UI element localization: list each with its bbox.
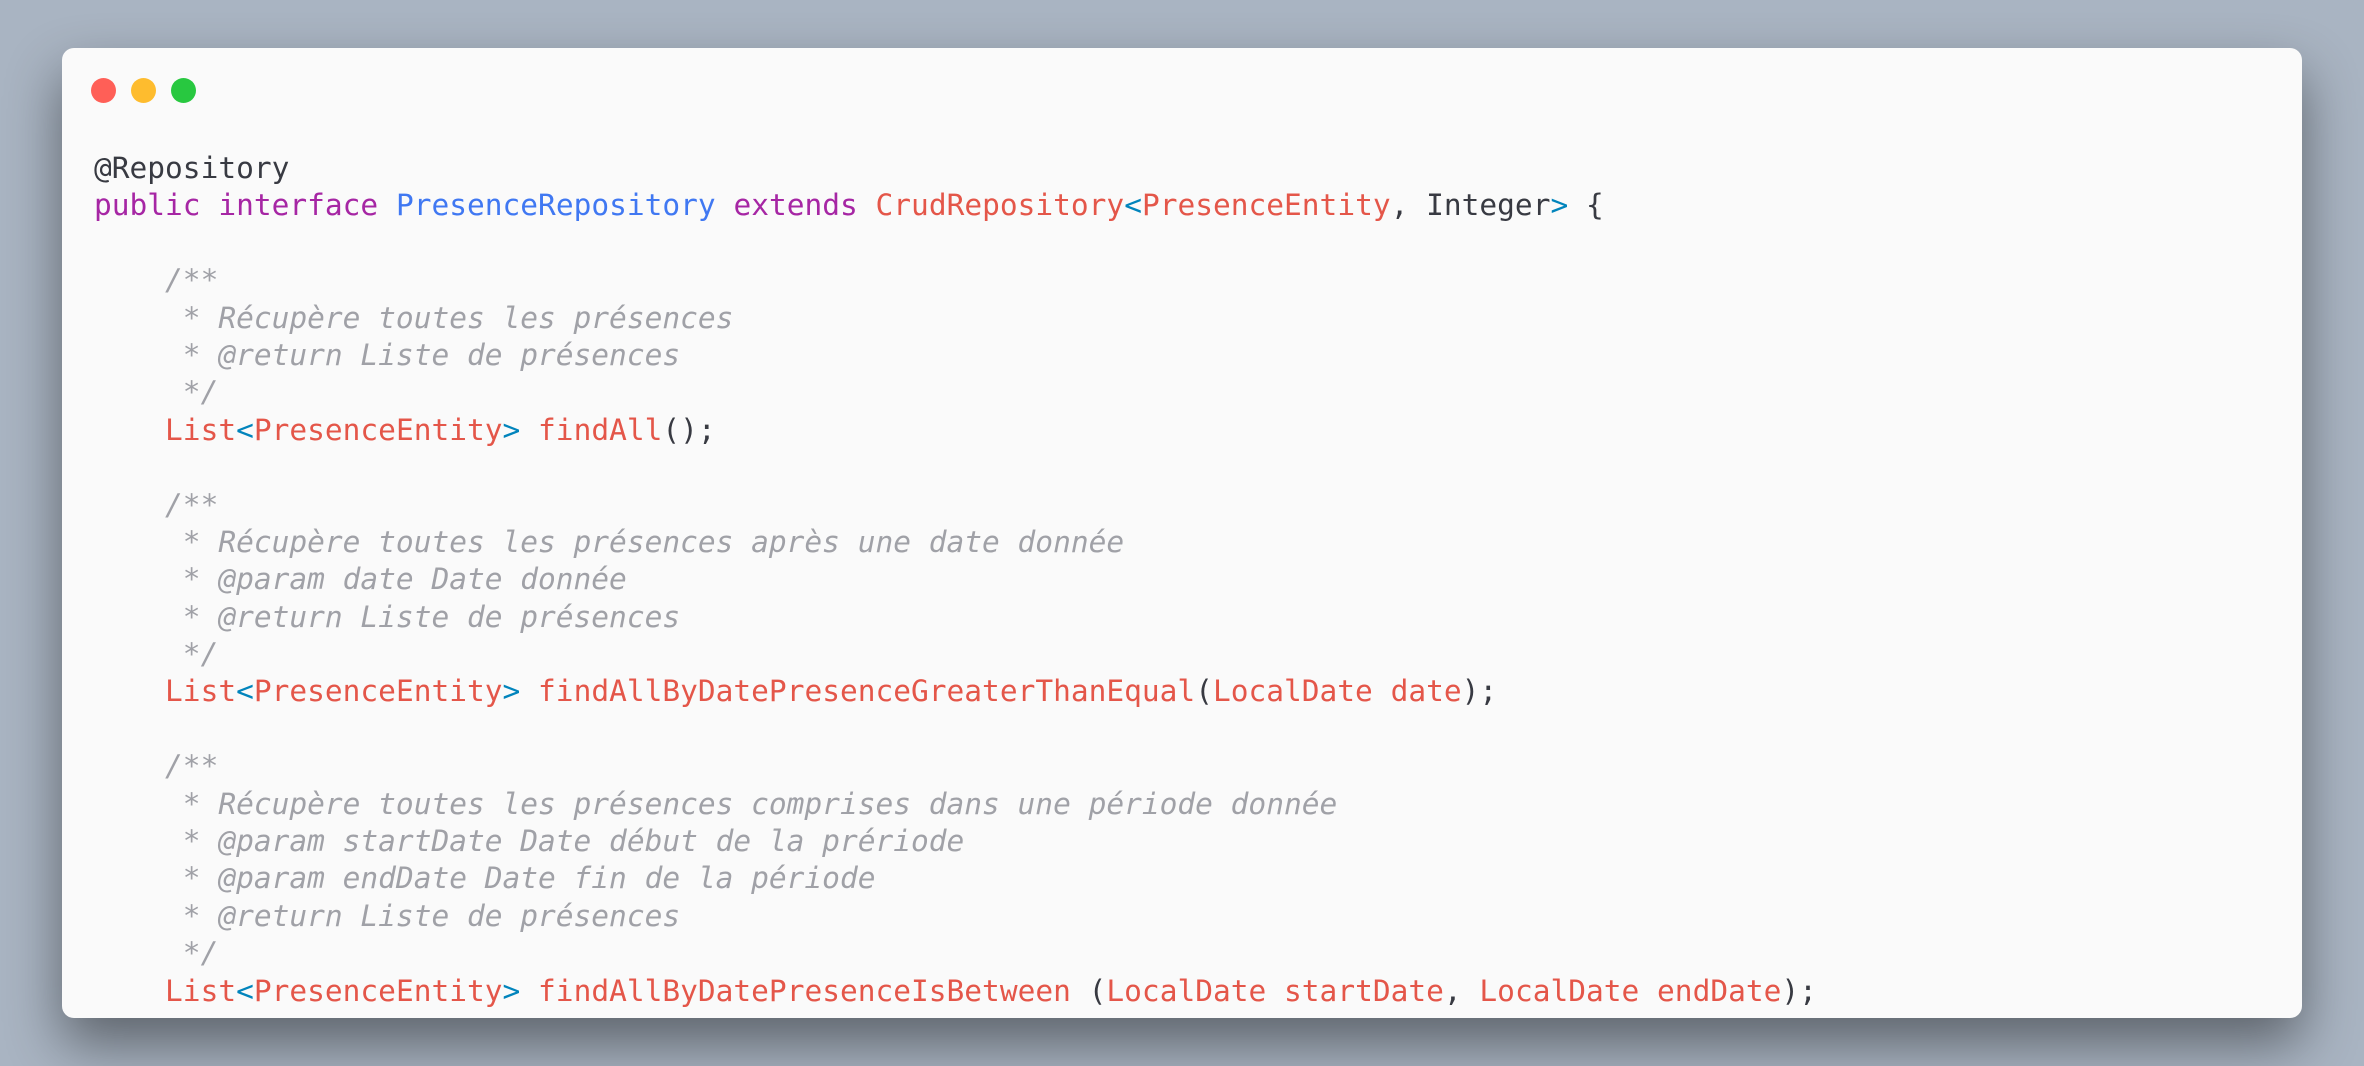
code-token-type: CrudRepository xyxy=(875,188,1125,223)
code-token-plain: (); xyxy=(662,412,716,447)
code-token-comment: * @return Liste de présences xyxy=(94,898,681,933)
code-line: /** xyxy=(94,487,1817,524)
code-token-param: endDate xyxy=(1657,973,1782,1008)
code-block: @Repository public interface PresenceRepo… xyxy=(94,150,1817,1010)
code-token-punct: > xyxy=(502,412,521,447)
code-token-comment: * Récupère toutes les présences xyxy=(94,300,734,335)
code-token-comment: */ xyxy=(94,375,219,410)
code-line: * Récupère toutes les présences après un… xyxy=(94,524,1817,561)
code-token-plain: ); xyxy=(1781,973,1817,1008)
code-line: */ xyxy=(94,636,1817,673)
code-token-punct: < xyxy=(236,973,254,1008)
code-token-comment: * @param startDate Date début de la prér… xyxy=(94,824,965,859)
code-token-keyword: extends xyxy=(733,188,858,223)
code-token-keyword: interface xyxy=(218,188,379,223)
code-token-type: PresenceEntity xyxy=(1141,188,1391,223)
code-line: * @param startDate Date début de la prér… xyxy=(94,823,1817,860)
code-token-comment: */ xyxy=(94,936,219,971)
code-line: * @param endDate Date fin de la période xyxy=(94,860,1817,897)
code-token-plain: ); xyxy=(1461,674,1498,709)
code-token-plain: ( xyxy=(1195,674,1213,709)
code-line: /** xyxy=(94,262,1817,299)
code-line: */ xyxy=(94,935,1817,972)
code-token-comment: * Récupère toutes les présences après un… xyxy=(94,524,1125,559)
code-token-plain: , Integer xyxy=(1390,188,1551,223)
code-token-func: findAll xyxy=(538,412,663,447)
code-token-keyword: public xyxy=(94,188,201,223)
code-token-func: findAllByDatePresenceIsBetween xyxy=(538,973,1071,1008)
code-token-type: PresenceEntity xyxy=(253,674,503,709)
code-token-plain: { xyxy=(1568,188,1604,223)
minimize-button[interactable] xyxy=(131,78,156,103)
close-button[interactable] xyxy=(91,78,116,103)
code-token-type: List xyxy=(165,412,237,447)
code-token-comment: * @param date Date donnée xyxy=(94,562,627,597)
code-token-plain: , xyxy=(1443,973,1480,1008)
code-token-type: List xyxy=(165,674,237,709)
code-token-type: PresenceEntity xyxy=(253,412,503,447)
code-window: @Repository public interface PresenceRepo… xyxy=(62,48,2302,1018)
code-line: List<PresenceEntity> findAll(); xyxy=(94,412,1817,449)
code-token-punct: > xyxy=(502,674,521,709)
code-token-punct: < xyxy=(1124,188,1142,223)
code-token-type: PresenceEntity xyxy=(253,973,503,1008)
code-token-func: findAllByDatePresenceGreaterThanEqual xyxy=(538,674,1196,709)
code-token-comment: * @return Liste de présences xyxy=(94,337,681,372)
code-token-class: PresenceRepository xyxy=(395,188,716,223)
code-token-punct: > xyxy=(1550,188,1569,223)
code-line: List<PresenceEntity> findAllByDatePresen… xyxy=(94,673,1817,710)
code-line: * @return Liste de présences xyxy=(94,337,1817,374)
code-token-comment: * @param endDate Date fin de la période xyxy=(94,861,876,896)
code-line: @Repository xyxy=(94,150,1817,187)
code-token-param: startDate xyxy=(1284,973,1444,1008)
code-token-comment: /** xyxy=(94,487,219,522)
code-line: * @return Liste de présences xyxy=(94,898,1817,935)
code-line: * Récupère toutes les présences xyxy=(94,300,1817,337)
code-token-param: date xyxy=(1390,674,1462,709)
code-token-punct: > xyxy=(502,973,521,1008)
code-token-type: List xyxy=(165,973,237,1008)
code-token-comment: * @return Liste de présences xyxy=(94,599,681,634)
code-token-comment: /** xyxy=(94,749,219,784)
code-token-comment: */ xyxy=(94,637,219,672)
code-line: public interface PresenceRepository exte… xyxy=(94,187,1817,224)
code-token-type: LocalDate xyxy=(1212,674,1373,709)
code-token-comment: * Récupère toutes les présences comprise… xyxy=(94,786,1338,821)
code-line: */ xyxy=(94,374,1817,411)
code-line: * Récupère toutes les présences comprise… xyxy=(94,786,1817,823)
code-token-punct: < xyxy=(236,674,254,709)
code-token-type: LocalDate xyxy=(1479,973,1640,1008)
code-line: * @param date Date donnée xyxy=(94,561,1817,598)
code-line: /** xyxy=(94,748,1817,785)
code-token-plain: @Repository xyxy=(94,151,290,185)
code-token-comment: /** xyxy=(94,263,219,298)
code-token-plain: ( xyxy=(1070,973,1107,1008)
window-titlebar xyxy=(62,48,2302,138)
code-token-punct: < xyxy=(236,412,254,447)
code-token-type: LocalDate xyxy=(1106,973,1267,1008)
code-line: List<PresenceEntity> findAllByDatePresen… xyxy=(94,973,1817,1010)
code-line: * @return Liste de présences xyxy=(94,599,1817,636)
maximize-button[interactable] xyxy=(171,78,196,103)
